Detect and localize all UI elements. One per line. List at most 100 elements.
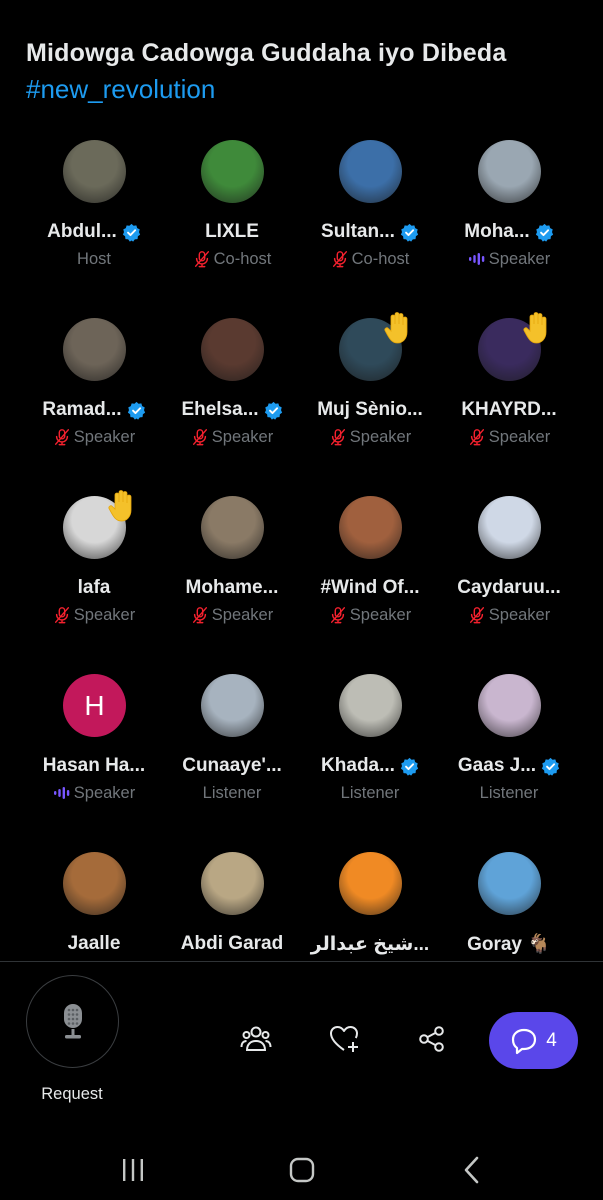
participant-name: Moha... [464,221,530,242]
participant-name-row: Goray 🐐 [440,932,578,956]
participant-card[interactable]: LIXLE Co-host [163,138,301,316]
participant-role-row: Speaker [163,426,301,448]
mic-muted-icon [469,429,484,446]
participant-name: Jaalle [67,933,121,954]
share-icon [419,1026,444,1052]
participant-card[interactable]: lafa Speaker [25,490,163,672]
participant-name: Mohame... [185,577,279,598]
avatar[interactable] [478,140,541,203]
participant-name-row: شيخ عبدالر... [301,932,439,956]
home-button[interactable] [282,1150,322,1190]
avatar[interactable] [201,852,264,915]
participant-card[interactable]: Jaalle [25,850,163,960]
request-mic-button[interactable] [26,975,119,1068]
participant-card[interactable]: Cunaaye'... Listener [163,672,301,850]
participant-name-row: Khada... [301,754,439,778]
participant-card[interactable]: Goray 🐐 [440,850,578,960]
avatar[interactable]: H [63,674,126,737]
like-button[interactable] [327,1022,361,1056]
avatar[interactable] [339,852,402,915]
participant-card[interactable]: Ehelsa... Speaker [163,316,301,494]
avatar[interactable] [201,496,264,559]
participant-name-row: LIXLE [163,220,301,244]
recent-apps-icon [123,1159,143,1181]
participant-card[interactable]: Moha... Speaker [440,138,578,316]
participant-name-row: Cunaaye'... [163,754,301,778]
avatar[interactable] [63,318,126,381]
speaking-waveform-icon [468,253,485,265]
participant-card[interactable]: H Hasan Ha... Speaker [25,672,163,850]
participant-name: شيخ عبدالر... [310,933,430,955]
participant-card[interactable]: Muj Sènio... Speaker [301,312,439,494]
participant-name-row: Gaas J... [440,754,578,778]
avatar[interactable] [201,318,264,381]
participant-name: Khada... [321,755,395,776]
avatar[interactable] [478,674,541,737]
participant-name: Sultan... [321,221,395,242]
avatar[interactable] [339,496,402,559]
participants-button[interactable] [239,1022,273,1056]
space-title: Midowga Cadowga Guddaha iyo Dibeda [26,39,507,67]
participant-role: Listener [340,783,400,802]
back-button[interactable] [452,1150,492,1190]
participant-name-row: KHAYRD... [440,398,578,422]
participant-name: lafa [77,577,111,598]
participant-name-row: Muj Sènio... [301,398,439,422]
participant-card[interactable]: Mohame... Speaker [163,494,301,672]
participant-name: Caydaruu... [457,577,561,598]
participant-role: Co-host [351,249,410,268]
verified-badge-icon [122,223,140,242]
participant-card[interactable]: Khada... Listener [301,672,439,850]
space-hashtag[interactable]: #new_revolution [26,72,586,106]
participant-card[interactable]: Sultan... Co-host [301,138,439,316]
avatar[interactable] [63,852,126,915]
avatar[interactable] [478,496,541,559]
verified-badge-icon [541,757,560,776]
participant-role-row: Speaker [301,426,439,448]
participant-role-row: Host [25,248,163,270]
avatar[interactable] [339,140,402,203]
avatar[interactable] [201,140,264,203]
avatar[interactable] [201,674,264,737]
request-label: Request [41,1085,103,1103]
participant-card[interactable]: Caydaruu... Speaker [440,494,578,672]
avatar[interactable] [339,674,402,737]
participant-role: Speaker [349,427,412,446]
participant-card[interactable]: Abdul... Host [25,138,163,316]
participant-role: Co-host [213,249,272,268]
participant-card[interactable]: Gaas J... Listener [440,672,578,850]
mic-muted-icon [330,429,345,446]
participant-name: Abdi Garad [180,933,284,954]
recent-apps-button[interactable] [113,1150,153,1190]
space-header: Midowga Cadowga Guddaha iyo Dibeda #new_… [26,36,586,106]
participant-role-row: Listener [440,782,578,804]
participant-role-row: Speaker [25,782,163,804]
participant-card[interactable]: Ramad... Speaker [25,316,163,494]
participant-role: Speaker [349,605,412,624]
mic-muted-icon [192,607,207,624]
participant-name-row: #Wind Of... [301,576,439,600]
participant-role: Speaker [211,605,274,624]
raised-hand-icon [108,490,132,522]
chat-bubble-icon [512,1028,537,1054]
participant-name: Muj Sènio... [317,399,423,420]
participant-name: Cunaaye'... [182,755,282,776]
participant-role: Speaker [488,605,551,624]
share-button[interactable] [415,1022,449,1056]
participant-card[interactable]: KHAYRD... Speaker [440,312,578,494]
participant-name: KHAYRD... [461,399,557,420]
participant-card[interactable]: Abdi Garad [163,850,301,960]
participant-card[interactable]: #Wind Of... Speaker [301,494,439,672]
avatar[interactable] [63,140,126,203]
participant-role: Speaker [488,249,551,268]
chat-button[interactable]: 4 [489,1012,578,1069]
participant-role-row: Speaker [440,604,578,626]
participant-role-row: Speaker [440,248,578,270]
participant-name-row: Sultan... [301,220,439,244]
participant-card[interactable]: شيخ عبدالر... [301,850,439,960]
verified-badge-icon [400,223,419,242]
mic-muted-icon [332,251,347,268]
participant-name: #Wind Of... [320,577,420,598]
avatar[interactable] [478,852,541,915]
verified-badge-icon [400,757,419,776]
